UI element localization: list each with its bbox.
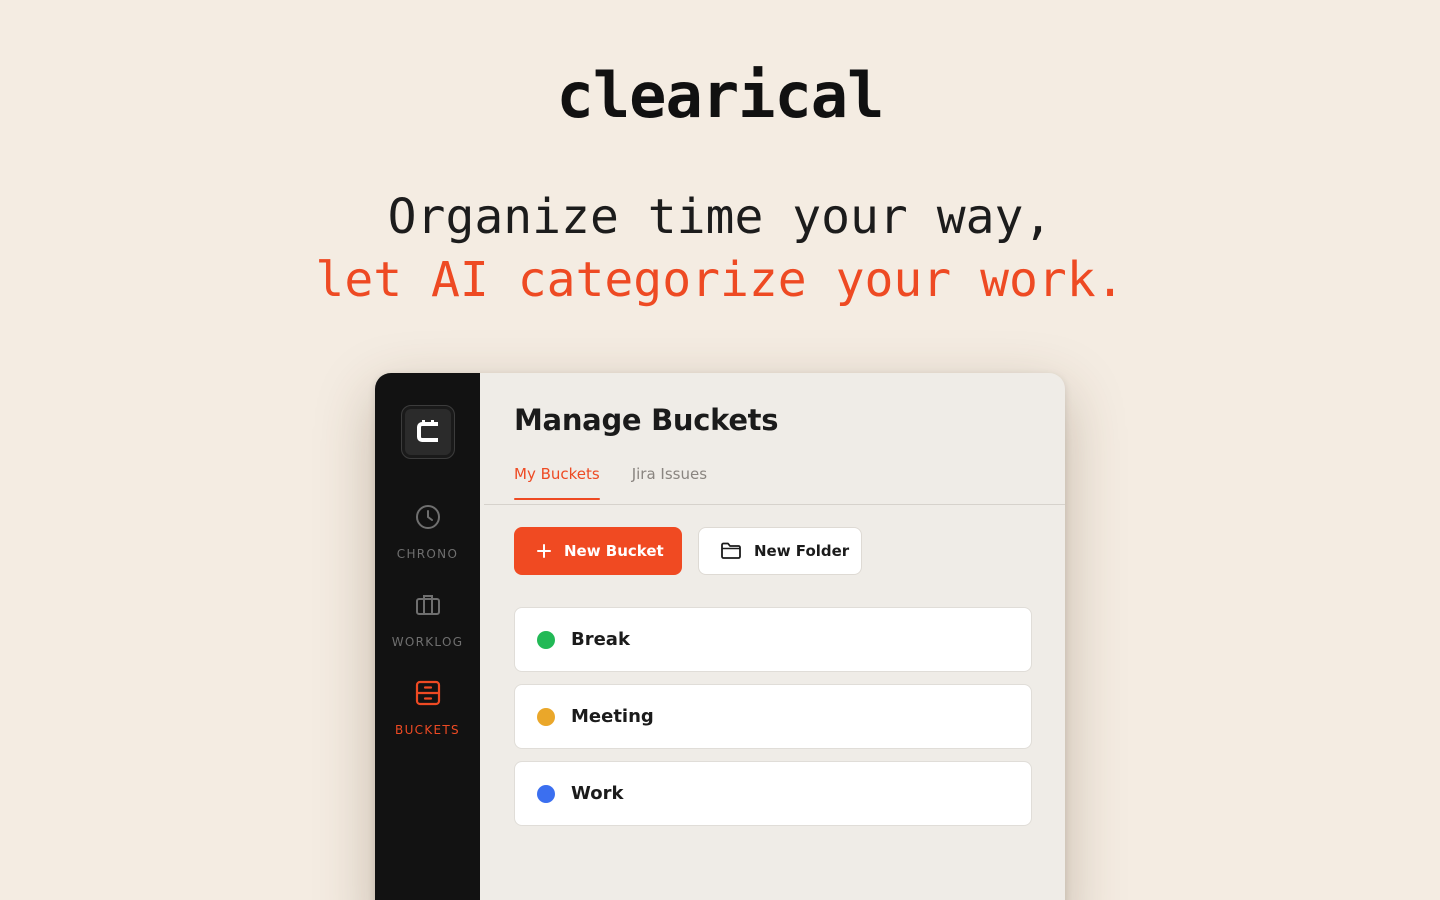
headline-line-1: Organize time your way, <box>387 189 1053 245</box>
tab-jira-issues[interactable]: Jira Issues <box>632 465 707 499</box>
sidebar-item-chrono[interactable]: CHRONO <box>375 503 480 561</box>
bucket-item-work[interactable]: Work <box>514 761 1032 826</box>
toolbar: New Bucket New Folder <box>514 527 862 575</box>
new-bucket-label: New Bucket <box>564 542 664 560</box>
sidebar-item-label: CHRONO <box>396 547 459 561</box>
bucket-color-dot <box>537 784 555 803</box>
app-window: CHRONO WORKLOG BUCKETS Manage Buckets My… <box>375 373 1065 900</box>
tab-bar: My Buckets Jira Issues <box>514 465 707 500</box>
main-panel: Manage Buckets My Buckets Jira Issues Ne… <box>480 373 1065 900</box>
sidebar-item-label: WORKLOG <box>391 635 464 649</box>
sidebar-item-buckets[interactable]: BUCKETS <box>375 679 480 737</box>
headline-line-2: let AI categorize your work. <box>315 252 1125 308</box>
sidebar-item-worklog[interactable]: WORKLOG <box>375 591 480 649</box>
bucket-name: Work <box>571 783 624 804</box>
app-logo[interactable] <box>400 405 455 459</box>
tabs-divider <box>484 504 1065 505</box>
bucket-item-meeting[interactable]: Meeting <box>514 684 1032 749</box>
page-title: Manage Buckets <box>514 403 779 437</box>
sidebar-item-label: BUCKETS <box>395 723 460 737</box>
page: clearical Organize time your way, let AI… <box>0 0 1440 900</box>
brand-logo: clearical <box>556 59 885 132</box>
bucket-color-dot <box>537 630 555 649</box>
bucket-name: Meeting <box>571 706 654 727</box>
new-bucket-button[interactable]: New Bucket <box>514 527 682 575</box>
plus-icon <box>537 544 551 558</box>
new-folder-label: New Folder <box>754 542 850 560</box>
folder-icon <box>721 542 741 559</box>
bucket-name: Break <box>571 629 630 650</box>
bucket-drawer-icon <box>414 679 442 707</box>
bucket-color-dot <box>537 707 555 726</box>
tab-my-buckets[interactable]: My Buckets <box>514 465 600 500</box>
new-folder-button[interactable]: New Folder <box>698 527 862 575</box>
briefcase-icon <box>414 591 442 619</box>
bucket-list: Break Meeting Work <box>514 607 1032 838</box>
clearical-c-icon <box>416 420 438 442</box>
clock-icon <box>414 503 442 531</box>
sidebar: CHRONO WORKLOG BUCKETS <box>375 373 480 900</box>
bucket-item-break[interactable]: Break <box>514 607 1032 672</box>
